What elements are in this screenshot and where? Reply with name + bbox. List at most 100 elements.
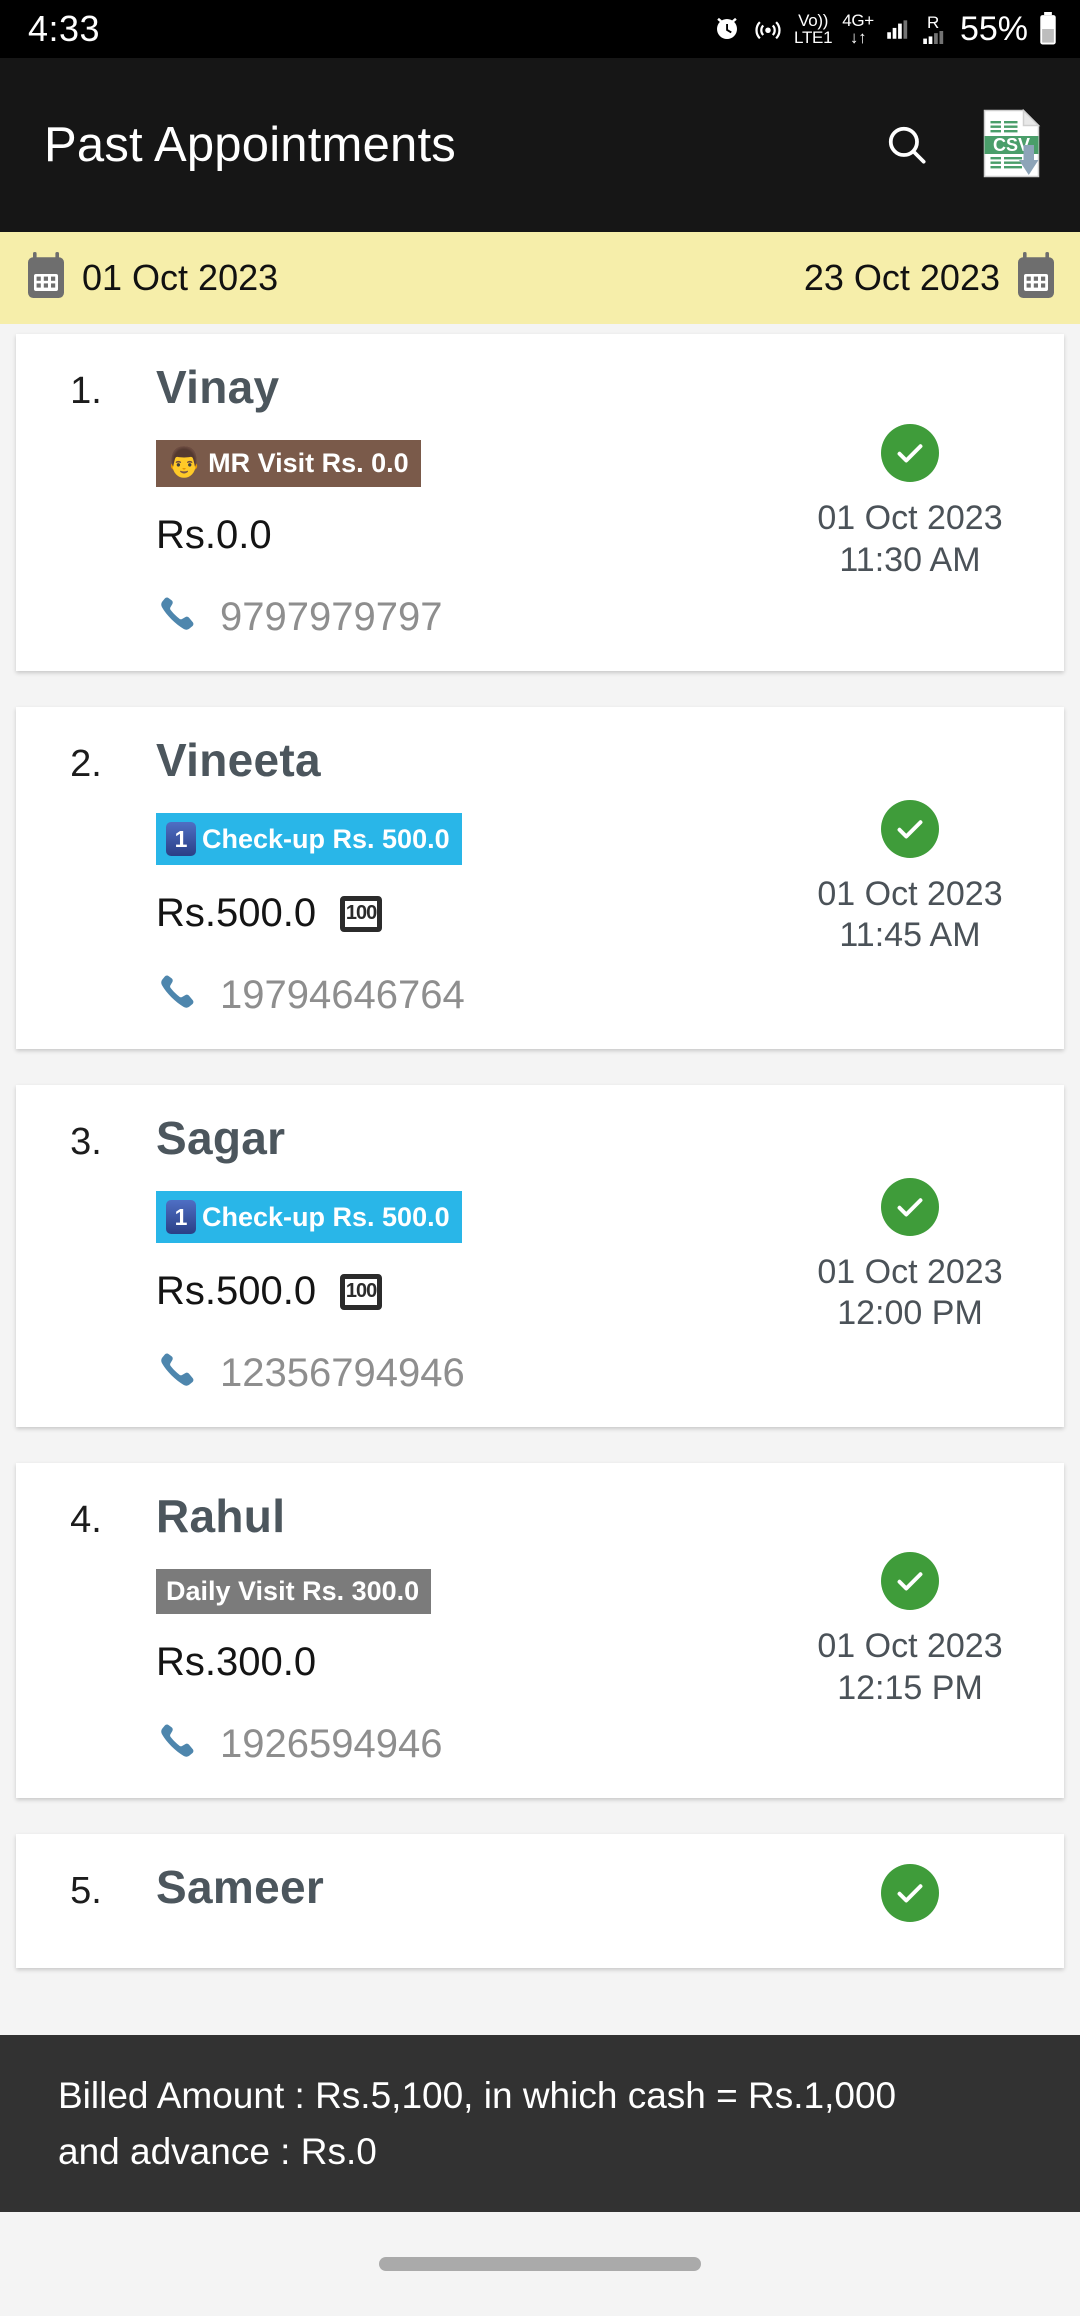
- end-date-picker[interactable]: 23 Oct 2023: [803, 251, 1058, 305]
- calendar-icon: [1014, 251, 1058, 305]
- appointment-date: 01 Oct 2023: [817, 499, 1003, 538]
- check-circle-icon: [881, 424, 939, 483]
- appointment-status-column: 01 Oct 2023 12:00 PM: [764, 1085, 1064, 1427]
- check-circle-icon: [881, 1864, 939, 1922]
- status-icons: Vo)) LTE1 4G+ ↓↑ R 55%: [712, 10, 1058, 49]
- appointment-list[interactable]: 1. Vinay 👨 MR Visit Rs. 0.0 Rs.0.0 9797979797…: [0, 324, 1080, 1968]
- visit-type-badge-wrap: Daily Visit Rs. 300.0: [156, 1569, 764, 1614]
- check-circle-icon: [881, 1177, 939, 1236]
- appointment-time: 12:15 PM: [837, 1668, 983, 1707]
- data-4gplus-icon: 4G+ ↓↑: [842, 11, 874, 47]
- visit-type-badge: Daily Visit Rs. 300.0: [156, 1569, 432, 1614]
- appointment-status-column: 01 Oct 2023 11:45 AM: [764, 707, 1064, 1049]
- end-date-label: 23 Oct 2023: [803, 257, 1000, 298]
- appointment-date: 01 Oct 2023: [817, 1627, 1003, 1666]
- phone-row[interactable]: 19794646764: [156, 970, 764, 1021]
- volte-icon: Vo)) LTE1: [794, 11, 833, 47]
- start-date-label: 01 Oct 2023: [82, 257, 279, 298]
- visit-type-badge: 👨 MR Visit Rs. 0.0: [156, 440, 421, 487]
- app-bar-actions: CSV: [882, 109, 1046, 181]
- phone-number: 9797979797: [220, 595, 443, 639]
- amount-row: Rs.500.0 100: [156, 1269, 764, 1314]
- status-clock: 4:33: [28, 8, 101, 49]
- appointment-time: 12:00 PM: [837, 1294, 983, 1332]
- appointment-card[interactable]: 1. Vinay 👨 MR Visit Rs. 0.0 Rs.0.0 9797979797…: [16, 334, 1064, 671]
- visit-type-badge-wrap: 1 Check-up Rs. 500.0: [156, 813, 764, 865]
- appointment-time: 11:45 AM: [839, 916, 981, 954]
- patient-name: Vineeta: [156, 734, 321, 786]
- appointment-details: Vinay 👨 MR Visit Rs. 0.0 Rs.0.0 9797979797: [156, 334, 764, 671]
- patient-name: Vinay: [156, 361, 280, 413]
- appointment-card[interactable]: 2. Vineeta 1 Check-up Rs. 500.0 Rs.500.0 100 1…: [16, 707, 1064, 1049]
- appointment-index-column: 5.: [16, 1834, 156, 1968]
- amount-row: Rs.0.0: [156, 513, 764, 558]
- patient-name: Sagar: [156, 1112, 286, 1164]
- amount-label: Rs.500.0: [156, 1269, 317, 1313]
- appointment-index: 2.: [70, 743, 102, 785]
- visit-type-label: Daily Visit Rs. 300.0: [166, 1576, 420, 1606]
- appointment-index-column: 3.: [16, 1085, 156, 1427]
- amount-label: Rs.300.0: [156, 1640, 317, 1684]
- phone-icon: [156, 1719, 202, 1770]
- check-circle-icon: [881, 799, 939, 858]
- phone-icon: [156, 592, 202, 643]
- appointment-details: Rahul Daily Visit Rs. 300.0 Rs.300.0 192659…: [156, 1463, 764, 1798]
- visit-type-badge-wrap: 👨 MR Visit Rs. 0.0: [156, 440, 764, 487]
- appointment-date: 01 Oct 2023: [817, 874, 1003, 913]
- appointment-details: Sagar 1 Check-up Rs. 500.0 Rs.500.0 100 12356…: [156, 1085, 764, 1427]
- phone-number: 12356794946: [220, 1351, 465, 1395]
- appointment-card[interactable]: 5. Sameer: [16, 1834, 1064, 1968]
- phone-number: 1926594946: [220, 1722, 443, 1766]
- check-circle-icon: [881, 1552, 939, 1611]
- snackbar-message: Billed Amount : Rs.5,100, in which cash …: [58, 2068, 896, 2179]
- appointment-index: 4.: [70, 1499, 102, 1541]
- battery-icon: [1038, 12, 1058, 46]
- amount-row: Rs.300.0: [156, 1640, 764, 1685]
- phone-row[interactable]: 1926594946: [156, 1719, 764, 1770]
- visit-type-label: MR Visit Rs. 0.0: [208, 448, 409, 478]
- appointment-index-column: 1.: [16, 334, 156, 671]
- billed-amount-snackbar: Billed Amount : Rs.5,100, in which cash …: [0, 2035, 1080, 2212]
- appointment-index: 1.: [70, 370, 102, 412]
- appointment-status-column: 01 Oct 2023 11:30 AM: [764, 334, 1064, 671]
- visit-type-label: Check-up Rs. 500.0: [202, 823, 450, 854]
- phone-icon: [156, 970, 202, 1021]
- appointment-details: Vineeta 1 Check-up Rs. 500.0 Rs.500.0 100 197…: [156, 707, 764, 1049]
- cash-paid-icon: 100: [340, 1273, 383, 1310]
- visit-type-badge-wrap: 1 Check-up Rs. 500.0: [156, 1191, 764, 1243]
- visit-type-badge: 1 Check-up Rs. 500.0: [156, 1191, 462, 1243]
- phone-row[interactable]: 9797979797: [156, 592, 764, 643]
- cash-paid-icon-label: 100: [345, 1280, 377, 1302]
- status-bar: 4:33 Vo)) LTE1 4G+ ↓↑ R 55%: [0, 0, 1080, 58]
- appointment-date: 01 Oct 2023: [817, 1252, 1003, 1291]
- person-icon: 👨: [166, 447, 203, 479]
- cash-paid-icon: 100: [340, 895, 383, 932]
- amount-label: Rs.0.0: [156, 513, 272, 557]
- phone-number: 19794646764: [220, 973, 465, 1017]
- appointment-card[interactable]: 3. Sagar 1 Check-up Rs. 500.0 Rs.500.0 100 123…: [16, 1085, 1064, 1427]
- patient-name: Sameer: [156, 1861, 325, 1913]
- snackbar-line-1: Billed Amount : Rs.5,100, in which cash …: [58, 2075, 897, 2116]
- csv-download-icon[interactable]: CSV: [980, 109, 1046, 181]
- cash-paid-icon-label: 100: [345, 902, 377, 924]
- amount-row: Rs.500.0 100: [156, 891, 764, 936]
- appointment-index: 5.: [70, 1870, 102, 1912]
- appointment-status-column: 01 Oct 2023 12:15 PM: [764, 1463, 1064, 1798]
- alarm-icon: [712, 14, 742, 44]
- appointment-list-viewport[interactable]: 1. Vinay 👨 MR Visit Rs. 0.0 Rs.0.0 9797979797…: [0, 324, 1080, 2089]
- start-date-picker[interactable]: 01 Oct 2023: [24, 251, 279, 305]
- roaming-signal-icon: R: [920, 14, 946, 44]
- hotspot-icon: [752, 14, 784, 44]
- appointment-status-column: [764, 1834, 1064, 1968]
- search-icon[interactable]: [882, 120, 932, 170]
- phone-row[interactable]: 12356794946: [156, 1348, 764, 1399]
- appointment-index-column: 4.: [16, 1463, 156, 1798]
- appointment-index: 3.: [70, 1121, 102, 1163]
- keycap-one-icon: 1: [166, 1200, 196, 1234]
- app-bar: Past Appointments CSV: [0, 58, 1080, 232]
- home-gesture-pill[interactable]: [379, 2257, 701, 2271]
- appointment-card[interactable]: 4. Rahul Daily Visit Rs. 300.0 Rs.300.0 1926…: [16, 1463, 1064, 1798]
- appointment-time: 11:30 AM: [839, 540, 981, 579]
- snackbar-line-2: and advance : Rs.0: [58, 2130, 377, 2172]
- battery-percent-label: 55%: [959, 9, 1028, 48]
